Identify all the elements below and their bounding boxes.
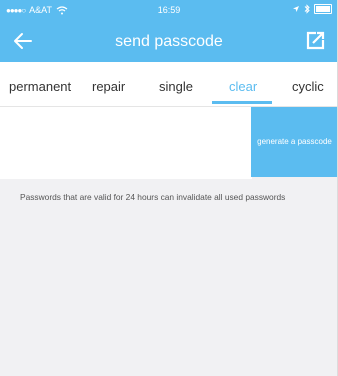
tab-permanent[interactable]: permanent [9, 79, 71, 94]
passcode-row: generate a passcode [0, 107, 338, 179]
status-time: 16:59 [157, 5, 181, 15]
nav-bar: send passcode [0, 22, 338, 62]
status-bar: ●●●●○ A&AT 16:59 [0, 0, 338, 20]
header-bar: ●●●●○ A&AT 16:59 send passcode [0, 0, 338, 62]
bluetooth-icon [304, 4, 310, 14]
generate-passcode-button[interactable]: generate a passcode [251, 107, 338, 177]
tab-clear[interactable]: clear [229, 79, 257, 94]
active-tab-indicator [212, 101, 272, 104]
tab-single[interactable]: single [159, 79, 193, 94]
status-right [292, 4, 332, 14]
validity-note: Passwords that are valid for 24 hours ca… [20, 192, 286, 202]
tab-repair[interactable]: repair [92, 79, 125, 94]
location-icon [293, 6, 299, 12]
tab-bar: permanent repair single clear cyclic [0, 62, 338, 107]
tab-cyclic[interactable]: cyclic [292, 79, 324, 94]
page-title: send passcode [115, 33, 223, 50]
passcode-input[interactable] [0, 107, 252, 179]
share-icon[interactable] [304, 30, 326, 52]
app-screen: ●●●●○ A&AT 16:59 send passcode permanent… [0, 0, 338, 376]
battery-icon [314, 4, 332, 14]
